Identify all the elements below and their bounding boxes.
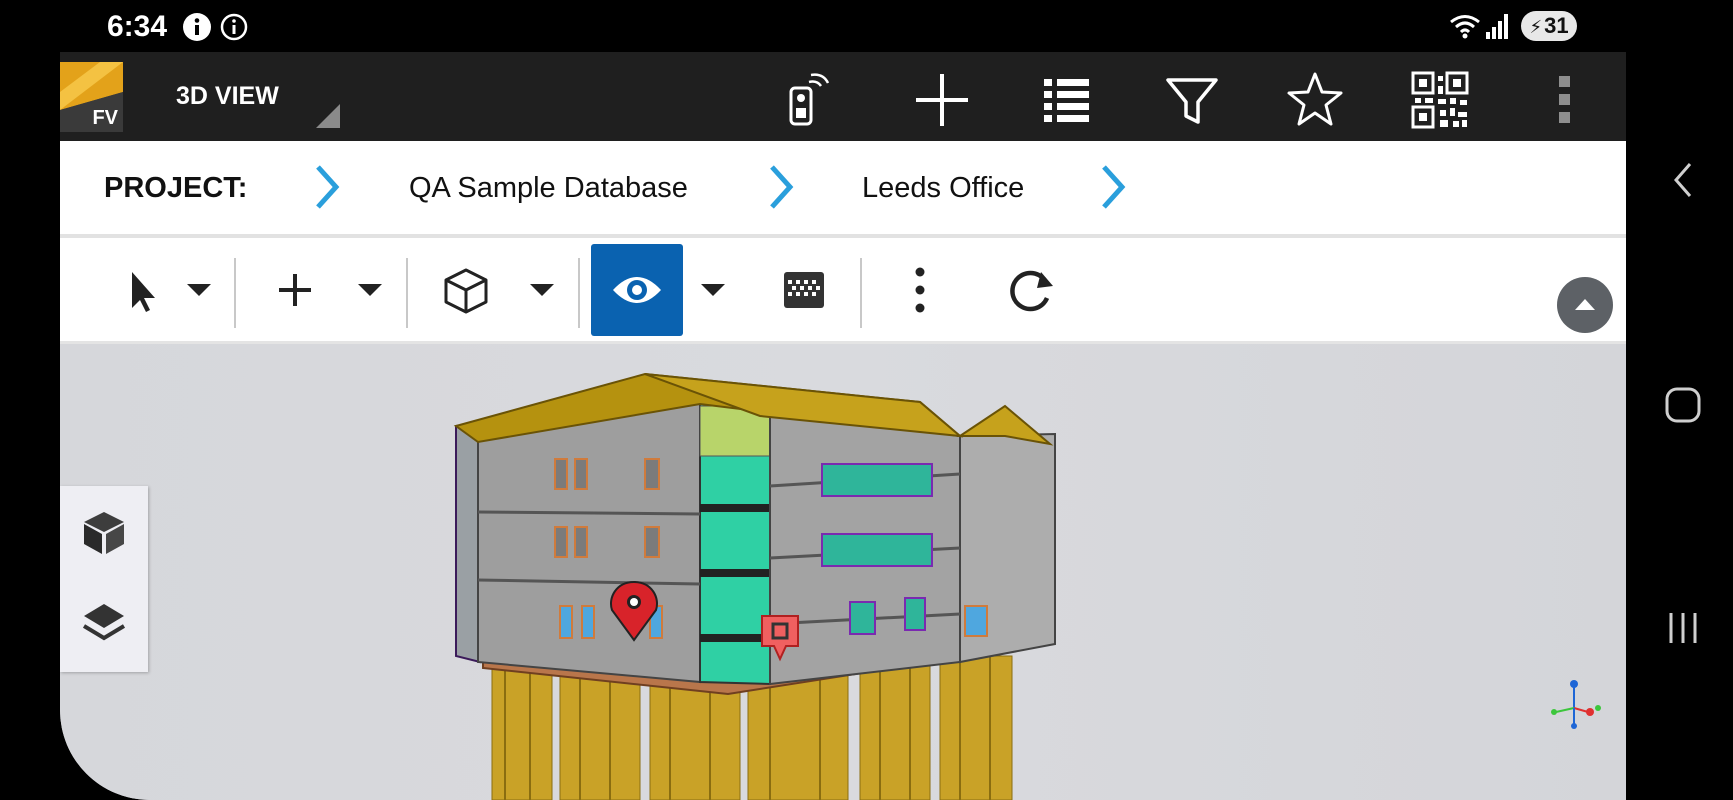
status-bar: 6:34 ⚡31	[0, 0, 1733, 52]
logo-text: FV	[92, 107, 118, 129]
building-model[interactable]	[60, 344, 1626, 800]
battery-indicator: ⚡31	[1521, 11, 1577, 41]
eye-view-button[interactable]	[591, 244, 683, 336]
chevron-down-icon[interactable]	[348, 264, 392, 314]
back-icon[interactable]	[1668, 160, 1698, 205]
solid-cube-icon[interactable]	[76, 504, 132, 560]
add-tool-button[interactable]	[249, 244, 341, 336]
toolbar-divider	[406, 258, 408, 328]
toolbar-divider	[578, 258, 580, 328]
3d-viewport[interactable]	[60, 344, 1626, 800]
breadcrumb-item-database[interactable]: QA Sample Database	[409, 172, 688, 205]
info-outline-icon	[219, 12, 249, 47]
app-logo[interactable]: FV	[60, 62, 123, 132]
more-vert-icon[interactable]	[1535, 70, 1595, 130]
axis-triad-icon	[1544, 674, 1604, 739]
project-label: PROJECT:	[104, 172, 248, 204]
breadcrumb-item-site[interactable]: Leeds Office	[862, 172, 1024, 205]
collapse-toolbar-button[interactable]	[1557, 277, 1613, 333]
info-filled-icon	[182, 12, 212, 47]
chevron-right-icon[interactable]	[1098, 163, 1128, 216]
qr-code-icon[interactable]	[1410, 70, 1470, 130]
view-toolbar	[60, 238, 1626, 344]
breadcrumb: PROJECT: QA Sample Database Leeds Office	[60, 141, 1626, 238]
refresh-icon[interactable]	[985, 244, 1077, 336]
app-bar: FV 3D VIEW	[60, 52, 1626, 141]
select-tool-button[interactable]	[90, 244, 182, 336]
star-icon[interactable]	[1285, 70, 1345, 130]
toolbar-divider	[234, 258, 236, 328]
app-screen: FV 3D VIEW PROJECT: QA Sample Database L…	[60, 52, 1626, 800]
more-vert-icon[interactable]	[874, 244, 966, 336]
grid-texture-icon[interactable]	[758, 244, 850, 336]
home-icon[interactable]	[1663, 385, 1703, 430]
signal-icon	[1485, 12, 1511, 45]
chevron-down-icon[interactable]	[691, 264, 735, 314]
view-dropdown-icon[interactable]	[314, 102, 342, 135]
recents-icon[interactable]	[1665, 610, 1701, 651]
chevron-right-icon	[312, 163, 342, 216]
filter-icon[interactable]	[1162, 70, 1222, 130]
list-icon[interactable]	[1038, 70, 1098, 130]
wifi-icon	[1448, 12, 1482, 47]
remote-icon[interactable]	[779, 70, 839, 130]
side-panel	[60, 486, 148, 672]
cube-outline-icon[interactable]	[420, 244, 512, 336]
chevron-down-icon[interactable]	[520, 264, 564, 314]
layers-icon[interactable]	[76, 594, 132, 650]
chevron-down-icon[interactable]	[177, 264, 221, 314]
status-time: 6:34	[107, 10, 168, 43]
add-icon[interactable]	[912, 70, 972, 130]
view-title[interactable]: 3D VIEW	[176, 82, 279, 111]
toolbar-divider	[860, 258, 862, 328]
chevron-right-icon	[766, 163, 796, 216]
